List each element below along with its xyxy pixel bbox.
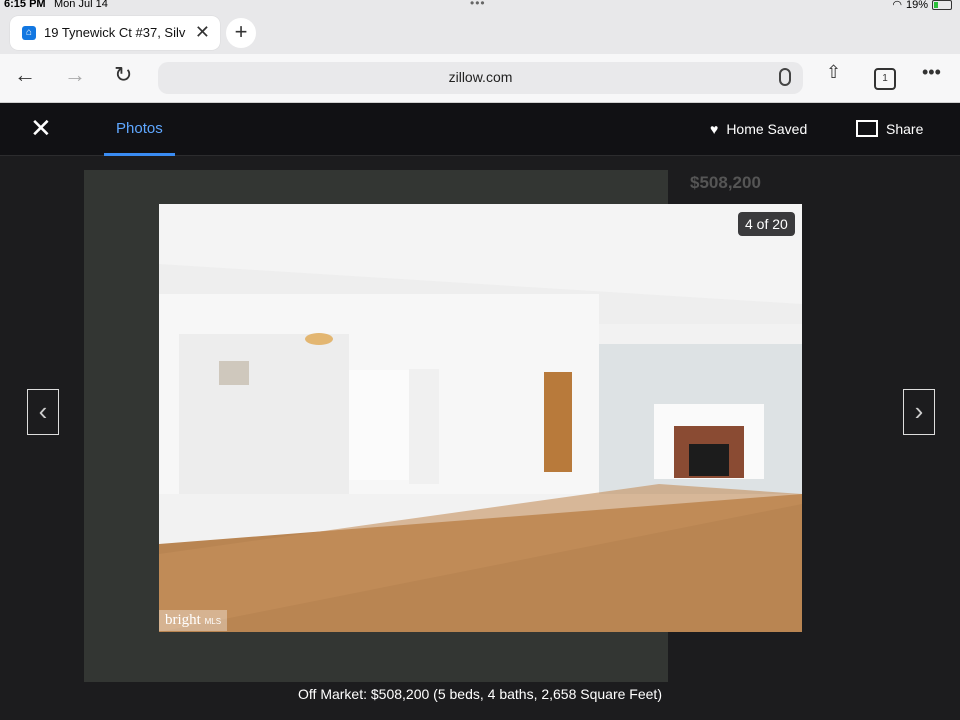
tab-count-button[interactable]: 1 xyxy=(874,68,896,90)
previous-photo-button[interactable]: ‹ xyxy=(27,389,59,435)
zillow-icon: ⌂ xyxy=(22,26,36,40)
photo-viewer: $508,200 ✕ Photos ♥ Home Saved Share bri… xyxy=(0,103,960,720)
tab-title: 19 Tynewick Ct #37, Silv xyxy=(44,25,186,40)
browser-tab-bar: ⌂ 19 Tynewick Ct #37, Silv ✕ + xyxy=(0,12,960,54)
home-saved-button[interactable]: ♥ Home Saved xyxy=(710,121,807,137)
heart-icon: ♥ xyxy=(710,121,719,137)
forward-icon[interactable]: → xyxy=(64,62,86,88)
status-bar: 6:15 PM Mon Jul 14 ••• ◠ 19% xyxy=(0,0,960,12)
listing-photo[interactable] xyxy=(159,204,802,632)
status-right: ◠ 19% xyxy=(892,0,952,11)
share-label: Share xyxy=(886,120,924,137)
more-options-icon[interactable]: ••• xyxy=(922,62,941,83)
watermark-small: MLS xyxy=(204,617,222,626)
reload-icon[interactable]: ↻ xyxy=(114,62,132,88)
watermark-text: bright xyxy=(165,612,201,628)
back-icon[interactable]: ← xyxy=(14,62,36,88)
tab-photos[interactable]: Photos xyxy=(104,120,175,156)
url-field[interactable]: zillow.com xyxy=(158,62,803,94)
room-illustration xyxy=(159,204,802,632)
microphone-icon[interactable] xyxy=(779,68,791,86)
status-time: 6:15 PM xyxy=(4,0,46,10)
status-date: Mon Jul 14 xyxy=(54,0,108,10)
bright-mls-watermark: bright MLS xyxy=(159,610,228,631)
browser-tab[interactable]: ⌂ 19 Tynewick Ct #37, Silv ✕ xyxy=(10,16,220,50)
battery-percent: 19% xyxy=(905,0,928,11)
share-sheet-icon[interactable]: ⇧ xyxy=(826,62,841,83)
new-tab-button[interactable]: + xyxy=(226,18,256,48)
close-tab-icon[interactable]: ✕ xyxy=(195,22,210,43)
chevron-left-icon: ‹ xyxy=(38,396,48,426)
chevron-right-icon: › xyxy=(914,396,924,426)
viewer-top-bar: ✕ Photos ♥ Home Saved Share xyxy=(0,103,960,156)
share-button[interactable]: Share xyxy=(856,120,923,137)
multitask-dots-icon[interactable]: ••• xyxy=(470,0,486,10)
close-viewer-icon[interactable]: ✕ xyxy=(30,115,52,141)
background-price: $508,200 xyxy=(690,173,761,192)
photo-counter: 4 of 20 xyxy=(738,212,795,236)
wifi-icon: ◠ xyxy=(892,0,902,11)
url-text: zillow.com xyxy=(448,69,513,85)
envelope-icon xyxy=(856,120,878,137)
home-saved-label: Home Saved xyxy=(726,121,808,137)
photo-caption: Off Market: $508,200 (5 beds, 4 baths, 2… xyxy=(298,686,662,702)
next-photo-button[interactable]: › xyxy=(903,389,935,435)
address-toolbar: ← → ↻ zillow.com ⇧ 1 ••• xyxy=(0,54,960,103)
battery-icon xyxy=(932,0,952,10)
